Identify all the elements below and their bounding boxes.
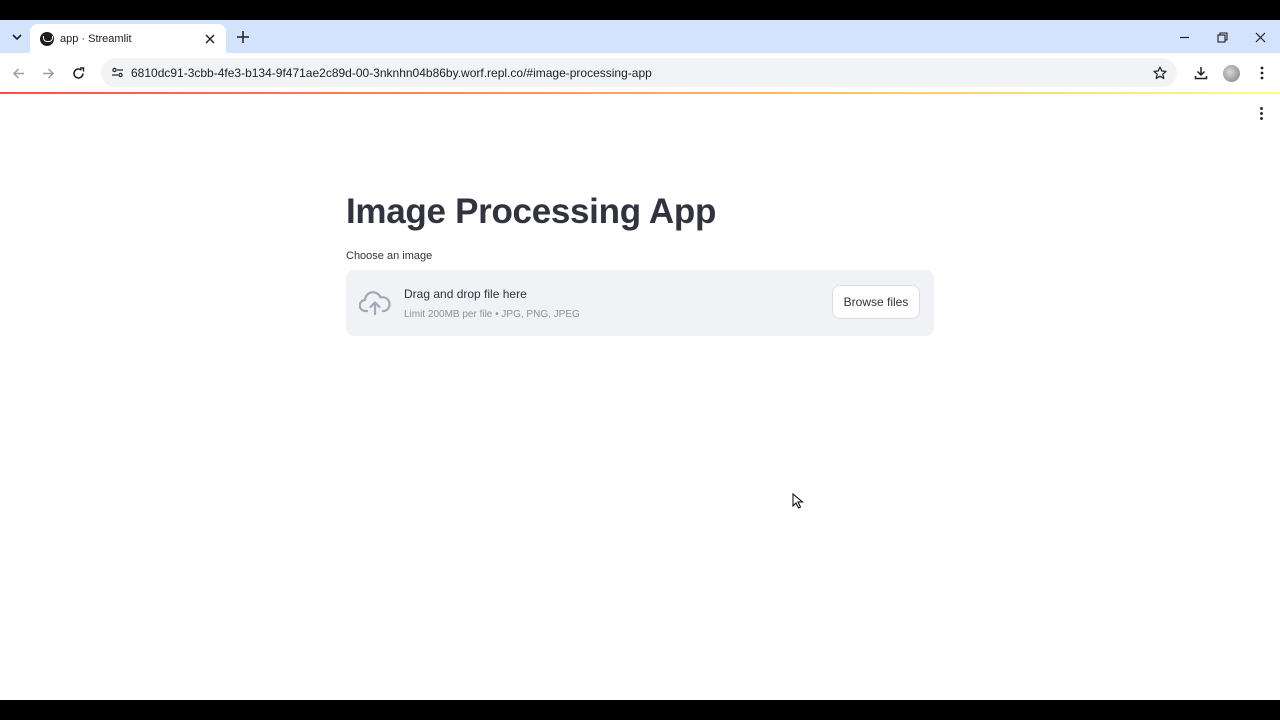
- dropzone-limit-text: Limit 200MB per file • JPG, PNG, JPEG: [404, 309, 580, 320]
- page-title: Image Processing App: [346, 192, 717, 231]
- reload-icon[interactable]: [67, 62, 89, 84]
- forward-arrow-icon[interactable]: [37, 62, 59, 84]
- address-bar[interactable]: 6810dc91-3cbb-4fe3-b134-9f471ae2c89d-00-…: [101, 58, 1177, 87]
- avatar: [1222, 64, 1240, 82]
- star-icon[interactable]: [1148, 61, 1172, 85]
- close-icon[interactable]: [202, 31, 218, 47]
- screen-frame: app · Streamlit 6810dc91-3cbb-4fe3-b134-…: [0, 0, 1280, 720]
- app-content: Image Processing App Choose an image Dra…: [0, 94, 1280, 700]
- mouse-cursor-icon: [792, 492, 804, 509]
- tab-title: app · Streamlit: [60, 32, 132, 45]
- streamlit-logo-icon: [40, 31, 54, 46]
- kebab-menu-icon[interactable]: [1250, 61, 1274, 85]
- file-uploader-label: Choose an image: [346, 250, 433, 262]
- app-menu-icon[interactable]: [1253, 104, 1269, 122]
- back-arrow-icon[interactable]: [7, 62, 29, 84]
- close-window-icon[interactable]: [1249, 26, 1271, 48]
- plus-icon[interactable]: [233, 27, 253, 47]
- profile-avatar[interactable]: [1219, 61, 1243, 85]
- minimize-icon[interactable]: [1173, 26, 1195, 48]
- dropzone-instructions: Drag and drop file here: [404, 287, 527, 301]
- restore-icon[interactable]: [1211, 26, 1233, 48]
- browse-files-button[interactable]: Browse files: [832, 285, 920, 319]
- tab-strip: app · Streamlit: [0, 20, 1280, 53]
- download-icon[interactable]: [1189, 61, 1213, 85]
- browser-toolbar: 6810dc91-3cbb-4fe3-b134-9f471ae2c89d-00-…: [0, 53, 1280, 92]
- tab-app[interactable]: app · Streamlit: [30, 24, 226, 53]
- site-settings-icon[interactable]: [105, 61, 129, 85]
- cloud-upload-icon: [358, 290, 391, 316]
- file-dropzone[interactable]: Drag and drop file here Limit 200MB per …: [346, 270, 934, 336]
- url-text[interactable]: 6810dc91-3cbb-4fe3-b134-9f471ae2c89d-00-…: [131, 66, 1148, 80]
- chevron-down-icon[interactable]: [6, 26, 28, 48]
- browser-window: app · Streamlit 6810dc91-3cbb-4fe3-b134-…: [0, 20, 1280, 700]
